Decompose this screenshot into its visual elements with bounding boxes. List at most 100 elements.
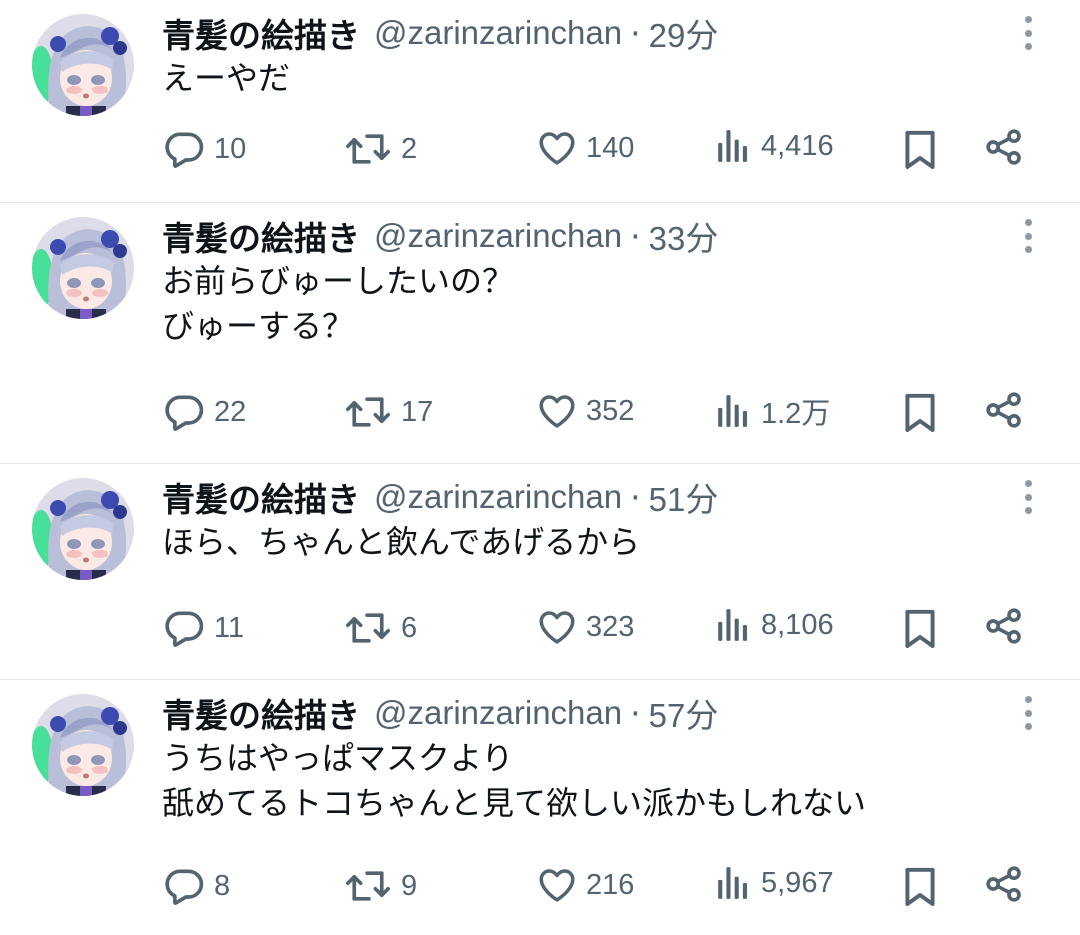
tweet-timeline: 青髪の絵描き @zarinzarinchan · 29分 えーやだ 10 2 1…	[0, 0, 1080, 935]
separator-dot: ·	[630, 693, 641, 733]
avatar[interactable]	[32, 694, 134, 796]
tweet-text-line: びゅーする？	[162, 307, 355, 345]
reply-count: 22	[214, 395, 247, 428]
action-bar: 10 2 140 4,416	[0, 127, 1080, 177]
share-button[interactable]	[984, 606, 1024, 646]
timestamp[interactable]: 57分	[649, 689, 719, 737]
avatar[interactable]	[32, 217, 134, 319]
bookmark-button[interactable]	[902, 127, 938, 171]
retweet-count: 9	[401, 869, 418, 902]
views-button[interactable]: 5,967	[715, 864, 834, 902]
bar-chart-icon	[718, 130, 747, 162]
avatar-image	[32, 217, 134, 319]
like-button[interactable]: 352	[536, 390, 634, 432]
heart-icon	[539, 869, 575, 902]
bookmark-button[interactable]	[902, 606, 938, 650]
tweet-text-line: うちはやっぱマスクより	[162, 739, 514, 777]
more-options-icon[interactable]	[1018, 480, 1038, 514]
tweet[interactable]: 青髪の絵描き @zarinzarinchan · 33分 お前らびゅーしたいの？…	[0, 203, 1080, 464]
bar-chart-icon	[718, 395, 747, 427]
avatar[interactable]	[32, 14, 134, 116]
tweet[interactable]: 青髪の絵描き @zarinzarinchan · 29分 えーやだ 10 2 1…	[0, 0, 1080, 203]
reply-count: 8	[214, 869, 231, 902]
retweet-count: 17	[401, 395, 434, 428]
views-button[interactable]: 1.2万	[715, 390, 830, 432]
like-count: 140	[586, 131, 635, 164]
timestamp[interactable]: 33分	[649, 212, 719, 260]
view-count: 1.2万	[761, 398, 831, 430]
tweet-text-line: えーやだ	[162, 59, 291, 97]
heart-icon	[539, 132, 575, 165]
share-button[interactable]	[984, 127, 1024, 167]
speech-bubble-icon	[165, 611, 204, 647]
retweet-count: 6	[401, 611, 418, 644]
heart-icon	[539, 611, 575, 644]
timestamp[interactable]: 51分	[649, 473, 719, 521]
action-bar: 22 17 352 1.2万	[0, 390, 1080, 440]
avatar-image	[32, 694, 134, 796]
tweet[interactable]: 青髪の絵描き @zarinzarinchan · 51分 ほら、ちゃんと飲んであ…	[0, 464, 1080, 680]
reply-button[interactable]: 11	[162, 606, 244, 650]
views-button[interactable]: 8,106	[715, 606, 834, 644]
view-count: 5,967	[761, 866, 834, 899]
more-options-icon[interactable]	[1018, 696, 1038, 730]
tweet-text-line: ほら、ちゃんと飲んであげるから	[162, 523, 641, 561]
author-handle[interactable]: @zarinzarinchan	[374, 217, 622, 255]
author-name[interactable]: 青髪の絵描き	[162, 212, 360, 260]
tweet-text: ほら、ちゃんと飲んであげるから	[162, 520, 640, 565]
reply-button[interactable]: 22	[162, 390, 246, 434]
bookmark-button[interactable]	[902, 864, 938, 908]
bookmark-button[interactable]	[902, 390, 938, 434]
avatar-image	[32, 14, 134, 116]
bar-chart-icon	[718, 609, 747, 641]
retweet-button[interactable]: 17	[343, 390, 433, 434]
retweet-button[interactable]: 2	[343, 127, 417, 171]
tweet-text: えーやだ	[162, 56, 290, 101]
tweet-text-line: お前らびゅーしたいの？	[162, 262, 515, 300]
speech-bubble-icon	[165, 132, 204, 168]
share-nodes-icon	[986, 866, 1021, 902]
like-button[interactable]: 216	[536, 864, 634, 906]
tweet-text-line: 舐めてるトコちゃんと見て欲しい派かもしれない	[162, 784, 867, 822]
views-button[interactable]: 4,416	[715, 127, 834, 165]
retweet-button[interactable]: 6	[343, 606, 417, 650]
bookmark-icon	[905, 609, 935, 648]
author-handle[interactable]: @zarinzarinchan	[374, 694, 622, 732]
action-bar: 11 6 323 8,106	[0, 606, 1080, 656]
avatar-image	[32, 478, 134, 580]
avatar[interactable]	[32, 478, 134, 580]
share-button[interactable]	[984, 390, 1024, 430]
author-handle[interactable]: @zarinzarinchan	[374, 14, 622, 52]
reply-button[interactable]: 10	[162, 127, 246, 171]
more-options-icon[interactable]	[1018, 219, 1038, 253]
like-count: 216	[586, 868, 635, 901]
bookmark-icon	[905, 867, 935, 906]
retweet-arrows-icon	[346, 871, 390, 901]
reply-count: 10	[214, 132, 247, 165]
author-handle[interactable]: @zarinzarinchan	[374, 478, 622, 516]
separator-dot: ·	[630, 13, 641, 53]
tweet-header: 青髪の絵描き @zarinzarinchan · 29分	[162, 10, 718, 56]
tweet-header: 青髪の絵描き @zarinzarinchan · 57分	[162, 690, 718, 736]
heart-icon	[539, 395, 575, 428]
bookmark-icon	[905, 393, 935, 432]
more-options-icon[interactable]	[1018, 16, 1038, 50]
bookmark-icon	[905, 130, 935, 169]
share-button[interactable]	[984, 864, 1024, 904]
author-name[interactable]: 青髪の絵描き	[162, 689, 360, 737]
retweet-button[interactable]: 9	[343, 864, 417, 908]
like-button[interactable]: 323	[536, 606, 634, 648]
share-nodes-icon	[986, 129, 1021, 165]
like-count: 323	[586, 610, 635, 643]
reply-button[interactable]: 8	[162, 864, 230, 908]
like-button[interactable]: 140	[536, 127, 634, 169]
author-name[interactable]: 青髪の絵描き	[162, 9, 360, 57]
tweet-text: お前らびゅーしたいの？ びゅーする？	[162, 259, 514, 349]
author-name[interactable]: 青髪の絵描き	[162, 473, 360, 521]
reply-count: 11	[214, 611, 245, 644]
tweet[interactable]: 青髪の絵描き @zarinzarinchan · 57分 うちはやっぱマスクより…	[0, 680, 1080, 935]
view-count: 8,106	[761, 608, 834, 641]
retweet-arrows-icon	[346, 134, 390, 164]
timestamp[interactable]: 29分	[649, 9, 719, 57]
view-count: 4,416	[761, 129, 834, 162]
